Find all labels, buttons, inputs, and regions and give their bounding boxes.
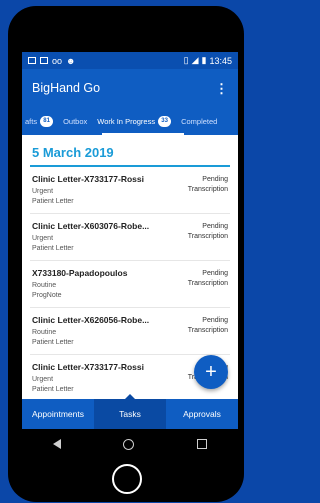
active-tab-indicator — [102, 133, 184, 135]
item-status: Pending — [202, 223, 228, 230]
nav-appointments[interactable]: Appointments — [22, 399, 94, 429]
list-item[interactable]: Clinic Letter-X626056-Robe... Routine Pa… — [30, 308, 230, 355]
home-icon[interactable] — [123, 438, 135, 450]
list-item[interactable]: Clinic Letter-X603076-Robe... Urgent Pat… — [30, 214, 230, 261]
item-status: Pending — [202, 270, 228, 277]
tab-badge: 33 — [158, 115, 172, 127]
item-title: Clinic Letter-X603076-Robe... — [32, 221, 150, 231]
tab-drafts[interactable]: afts 81 — [22, 115, 58, 127]
system-navigation-bar — [22, 429, 238, 459]
item-stage: Transcription — [187, 186, 228, 193]
tab-label: Work In Progress — [97, 116, 156, 126]
nav-approvals[interactable]: Approvals — [166, 399, 238, 429]
item-priority: Urgent — [32, 188, 54, 195]
nav-tasks[interactable]: Tasks — [94, 394, 166, 429]
item-status: Pending — [202, 176, 228, 183]
app-bar: BigHand Go ⋮ — [22, 69, 238, 107]
tab-completed[interactable]: Completed — [176, 117, 222, 126]
item-stage: Transcription — [187, 280, 228, 287]
android-icon: ☻ — [66, 55, 76, 66]
item-type: Patient Letter — [32, 339, 74, 346]
tab-label: Completed — [181, 116, 218, 126]
item-priority: Routine — [32, 329, 57, 336]
tab-badge: 81 — [40, 115, 54, 127]
clock-time: 13:45 — [209, 55, 232, 66]
hardware-home-button[interactable] — [112, 464, 142, 494]
bottom-navigation: Appointments Tasks Approvals — [22, 394, 238, 429]
status-bar: oo ☻ ▯ ◢ ▮ 13:45 — [22, 52, 238, 69]
voicemail-icon: oo — [52, 55, 63, 66]
item-title: Clinic Letter-X626056-Robe... — [32, 315, 150, 325]
signal-icon: ◢ — [191, 55, 199, 65]
date-header: 5 March 2019 — [30, 135, 230, 167]
app-title: BigHand Go — [32, 81, 101, 95]
item-title: X733180-Papadopoulos — [32, 268, 128, 278]
item-status: Pending — [202, 317, 228, 324]
message-icon — [40, 57, 48, 64]
item-type: ProgNote — [32, 292, 62, 299]
list-item[interactable]: Clinic Letter-X733177-Rossi Urgent Patie… — [30, 167, 230, 214]
item-priority: Routine — [32, 282, 57, 289]
battery-icon: ▮ — [201, 55, 207, 65]
image-icon — [28, 57, 36, 64]
add-task-button[interactable]: + — [194, 355, 228, 389]
tab-label: Outbox — [63, 116, 88, 126]
item-type: Patient Letter — [32, 245, 74, 252]
overflow-menu-icon[interactable]: ⋮ — [215, 82, 228, 95]
recent-apps-icon[interactable] — [196, 439, 207, 449]
app-screen: oo ☻ ▯ ◢ ▮ 13:45 BigHand Go ⋮ afts 81 Ou… — [22, 52, 238, 429]
item-stage: Transcription — [187, 327, 228, 334]
item-title: Clinic Letter-X733177-Rossi — [32, 174, 144, 184]
tab-bar: afts 81 Outbox Work In Progress 33 Compl… — [22, 107, 238, 135]
item-title: Clinic Letter-X733177-Rossi — [32, 362, 144, 372]
back-icon[interactable] — [53, 439, 62, 449]
item-priority: Urgent — [32, 376, 54, 383]
item-type: Patient Letter — [32, 198, 74, 205]
list-item[interactable]: X733180-Papadopoulos Routine ProgNote Pe… — [30, 261, 230, 308]
tab-label: afts — [25, 116, 38, 126]
item-priority: Urgent — [32, 235, 54, 242]
vibrate-icon: ▯ — [183, 55, 189, 65]
tab-outbox[interactable]: Outbox — [58, 117, 92, 126]
tab-work-in-progress[interactable]: Work In Progress 33 — [92, 115, 176, 127]
item-stage: Transcription — [187, 233, 228, 240]
